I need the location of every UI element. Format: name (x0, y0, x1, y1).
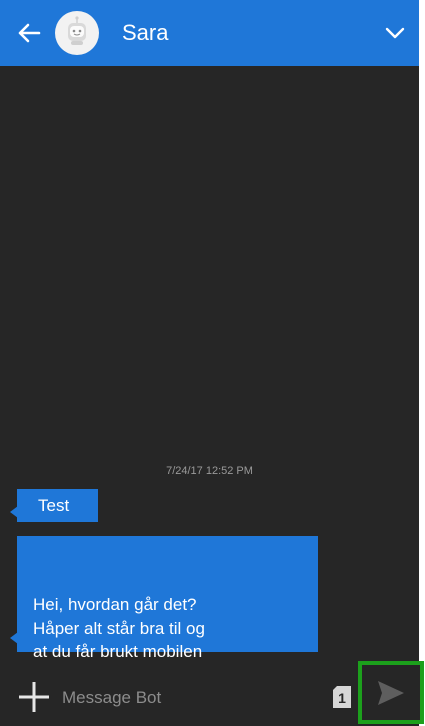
send-button[interactable] (358, 661, 424, 724)
message-input[interactable]: Message Bot (62, 687, 161, 709)
chat-screen: Sara 7/24/17 12:52 PM Test Hei, hvordan … (0, 0, 419, 726)
bubble-tail (10, 506, 18, 518)
arrow-left-icon[interactable] (16, 20, 42, 46)
sim-badge-number: 1 (338, 690, 346, 706)
send-icon (378, 681, 404, 705)
message-text: Test (38, 496, 70, 515)
message-bubble[interactable]: Test (10, 489, 98, 522)
sim-card-icon[interactable]: 1 (332, 685, 352, 709)
chevron-down-icon[interactable] (383, 21, 407, 45)
message-bubble[interactable]: Hei, hvordan går det? Håper alt står bra… (10, 536, 318, 685)
plus-icon[interactable] (17, 680, 51, 714)
app-bar: Sara (0, 0, 419, 66)
contact-name[interactable]: Sara (122, 18, 168, 48)
bot-avatar-icon[interactable] (55, 11, 99, 55)
bubble-tail (10, 632, 18, 644)
message-timestamp: 7/24/17 12:52 PM (166, 465, 253, 477)
